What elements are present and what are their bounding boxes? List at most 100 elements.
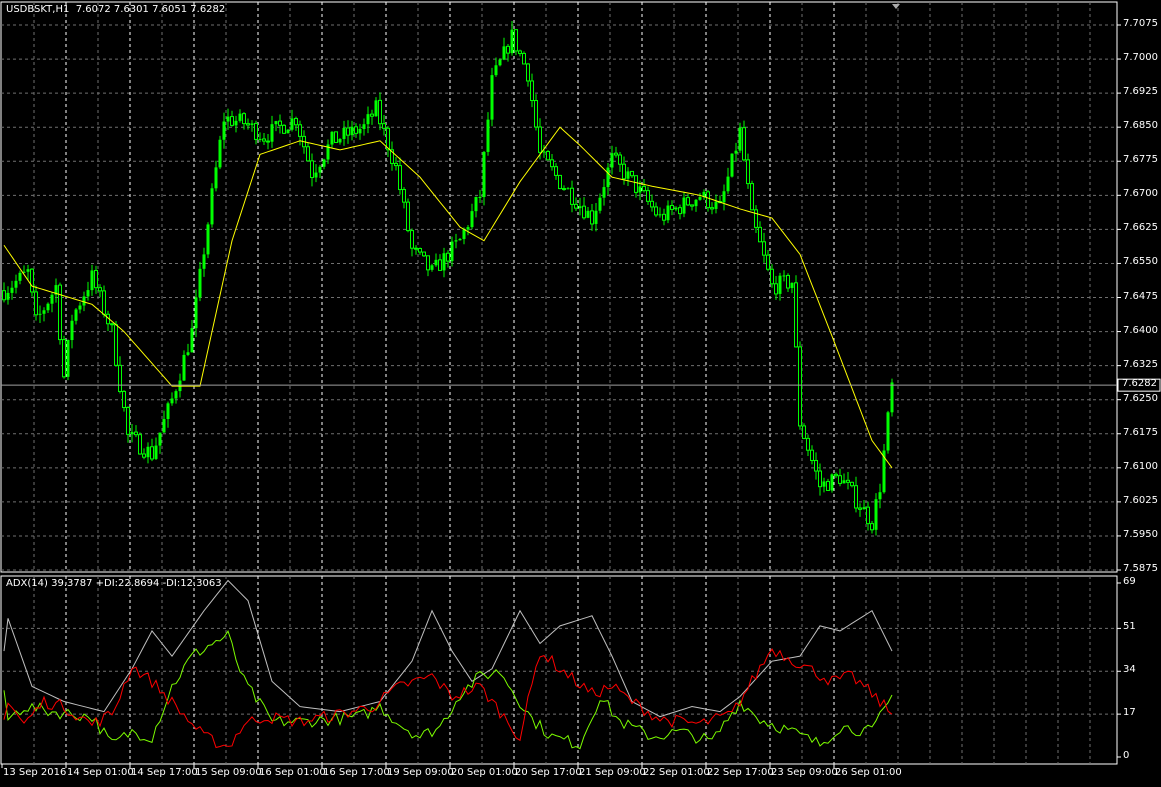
candle bbox=[258, 138, 262, 140]
candle bbox=[818, 470, 822, 488]
candle bbox=[506, 45, 510, 54]
candle bbox=[646, 190, 650, 202]
candle bbox=[574, 203, 578, 209]
candle bbox=[470, 211, 474, 228]
candle bbox=[742, 127, 746, 161]
candle bbox=[846, 479, 850, 483]
candle bbox=[550, 159, 554, 168]
candle bbox=[750, 183, 754, 211]
candle bbox=[830, 474, 834, 491]
candle bbox=[2, 290, 6, 301]
candle bbox=[6, 292, 10, 300]
candle bbox=[834, 473, 838, 477]
candle bbox=[146, 446, 150, 458]
candle bbox=[810, 449, 814, 461]
time-tick-label: 13 Sep 2016 bbox=[3, 767, 67, 778]
candle bbox=[774, 283, 778, 295]
candle bbox=[142, 453, 146, 458]
candle bbox=[734, 150, 738, 154]
candle bbox=[798, 346, 802, 427]
adx-tick-label: 17 bbox=[1123, 707, 1136, 719]
candle bbox=[510, 29, 514, 54]
candle bbox=[90, 270, 94, 291]
candle bbox=[274, 121, 278, 125]
candle bbox=[158, 432, 162, 446]
candle bbox=[238, 113, 242, 121]
price-tick-label: 7.6325 bbox=[1123, 358, 1158, 370]
candle bbox=[378, 99, 382, 125]
candle bbox=[426, 255, 430, 271]
candle bbox=[866, 506, 870, 525]
adx-value: ADX(14) 39.3787 bbox=[6, 578, 93, 589]
candle bbox=[282, 124, 286, 134]
candle bbox=[602, 187, 606, 198]
time-tick-label: 19 Sep 09:00 bbox=[387, 767, 454, 778]
price-tick-label: 7.6100 bbox=[1123, 460, 1158, 472]
candle bbox=[350, 126, 354, 136]
candle bbox=[722, 191, 726, 203]
candle bbox=[358, 128, 362, 134]
candle bbox=[118, 364, 122, 392]
candle bbox=[558, 174, 562, 190]
candle bbox=[70, 320, 74, 341]
candle bbox=[382, 123, 386, 129]
candle bbox=[50, 294, 54, 304]
low-value: 7.6051 bbox=[152, 4, 188, 15]
price-tick-label: 7.6475 bbox=[1123, 290, 1158, 302]
candle bbox=[318, 166, 322, 173]
candle bbox=[234, 120, 238, 126]
time-tick-label: 22 Sep 17:00 bbox=[707, 767, 774, 778]
candle bbox=[202, 254, 206, 269]
candle bbox=[654, 206, 658, 216]
candle bbox=[454, 240, 458, 242]
chart-canvas[interactable] bbox=[0, 0, 1161, 787]
candle bbox=[638, 186, 642, 193]
candle bbox=[446, 252, 450, 262]
candle bbox=[538, 126, 542, 153]
candle bbox=[710, 207, 714, 210]
plus-di-value: +DI:22.8694 bbox=[95, 578, 160, 589]
candle bbox=[42, 310, 46, 314]
candle bbox=[370, 113, 374, 117]
candle bbox=[494, 65, 498, 76]
indicator-header: ADX(14) 39.3787 +DI:22.8694 -DI:12.3063 bbox=[6, 578, 222, 589]
price-tick-label: 7.6625 bbox=[1123, 222, 1158, 234]
candle bbox=[578, 206, 582, 209]
candle bbox=[594, 210, 598, 224]
candle bbox=[46, 303, 50, 311]
candle bbox=[566, 188, 570, 190]
time-tick-label: 26 Sep 01:00 bbox=[835, 767, 902, 778]
time-tick-label: 20 Sep 17:00 bbox=[515, 767, 582, 778]
candle bbox=[582, 205, 586, 219]
candle bbox=[82, 296, 86, 306]
high-value: 7.6301 bbox=[113, 4, 149, 15]
candle bbox=[854, 485, 858, 509]
candle bbox=[130, 432, 134, 435]
adx-tick-label: 69 bbox=[1123, 576, 1136, 587]
candle bbox=[562, 188, 566, 191]
open-value: 7.6072 bbox=[75, 4, 111, 15]
price-tick-label: 7.6250 bbox=[1123, 392, 1158, 404]
candle bbox=[206, 224, 210, 255]
candle bbox=[498, 59, 502, 66]
time-tick-label: 23 Sep 09:00 bbox=[771, 767, 838, 778]
candle bbox=[714, 201, 718, 209]
candle bbox=[182, 354, 186, 381]
candle bbox=[246, 123, 250, 126]
candle bbox=[850, 481, 854, 487]
time-tick-label: 14 Sep 01:00 bbox=[67, 767, 134, 778]
candle bbox=[690, 204, 694, 207]
candle bbox=[762, 241, 766, 256]
candle bbox=[278, 120, 282, 126]
candle bbox=[642, 185, 646, 192]
adx-line bbox=[3, 579, 893, 718]
candle bbox=[502, 46, 506, 60]
time-tick-label: 15 Sep 09:00 bbox=[195, 767, 262, 778]
candle bbox=[126, 407, 130, 435]
candle bbox=[546, 150, 550, 161]
candle bbox=[514, 29, 518, 52]
candle bbox=[462, 229, 466, 239]
close-value: 7.6282 bbox=[190, 4, 226, 15]
candle bbox=[590, 210, 594, 225]
price-tick-label: 7.6400 bbox=[1123, 324, 1158, 336]
